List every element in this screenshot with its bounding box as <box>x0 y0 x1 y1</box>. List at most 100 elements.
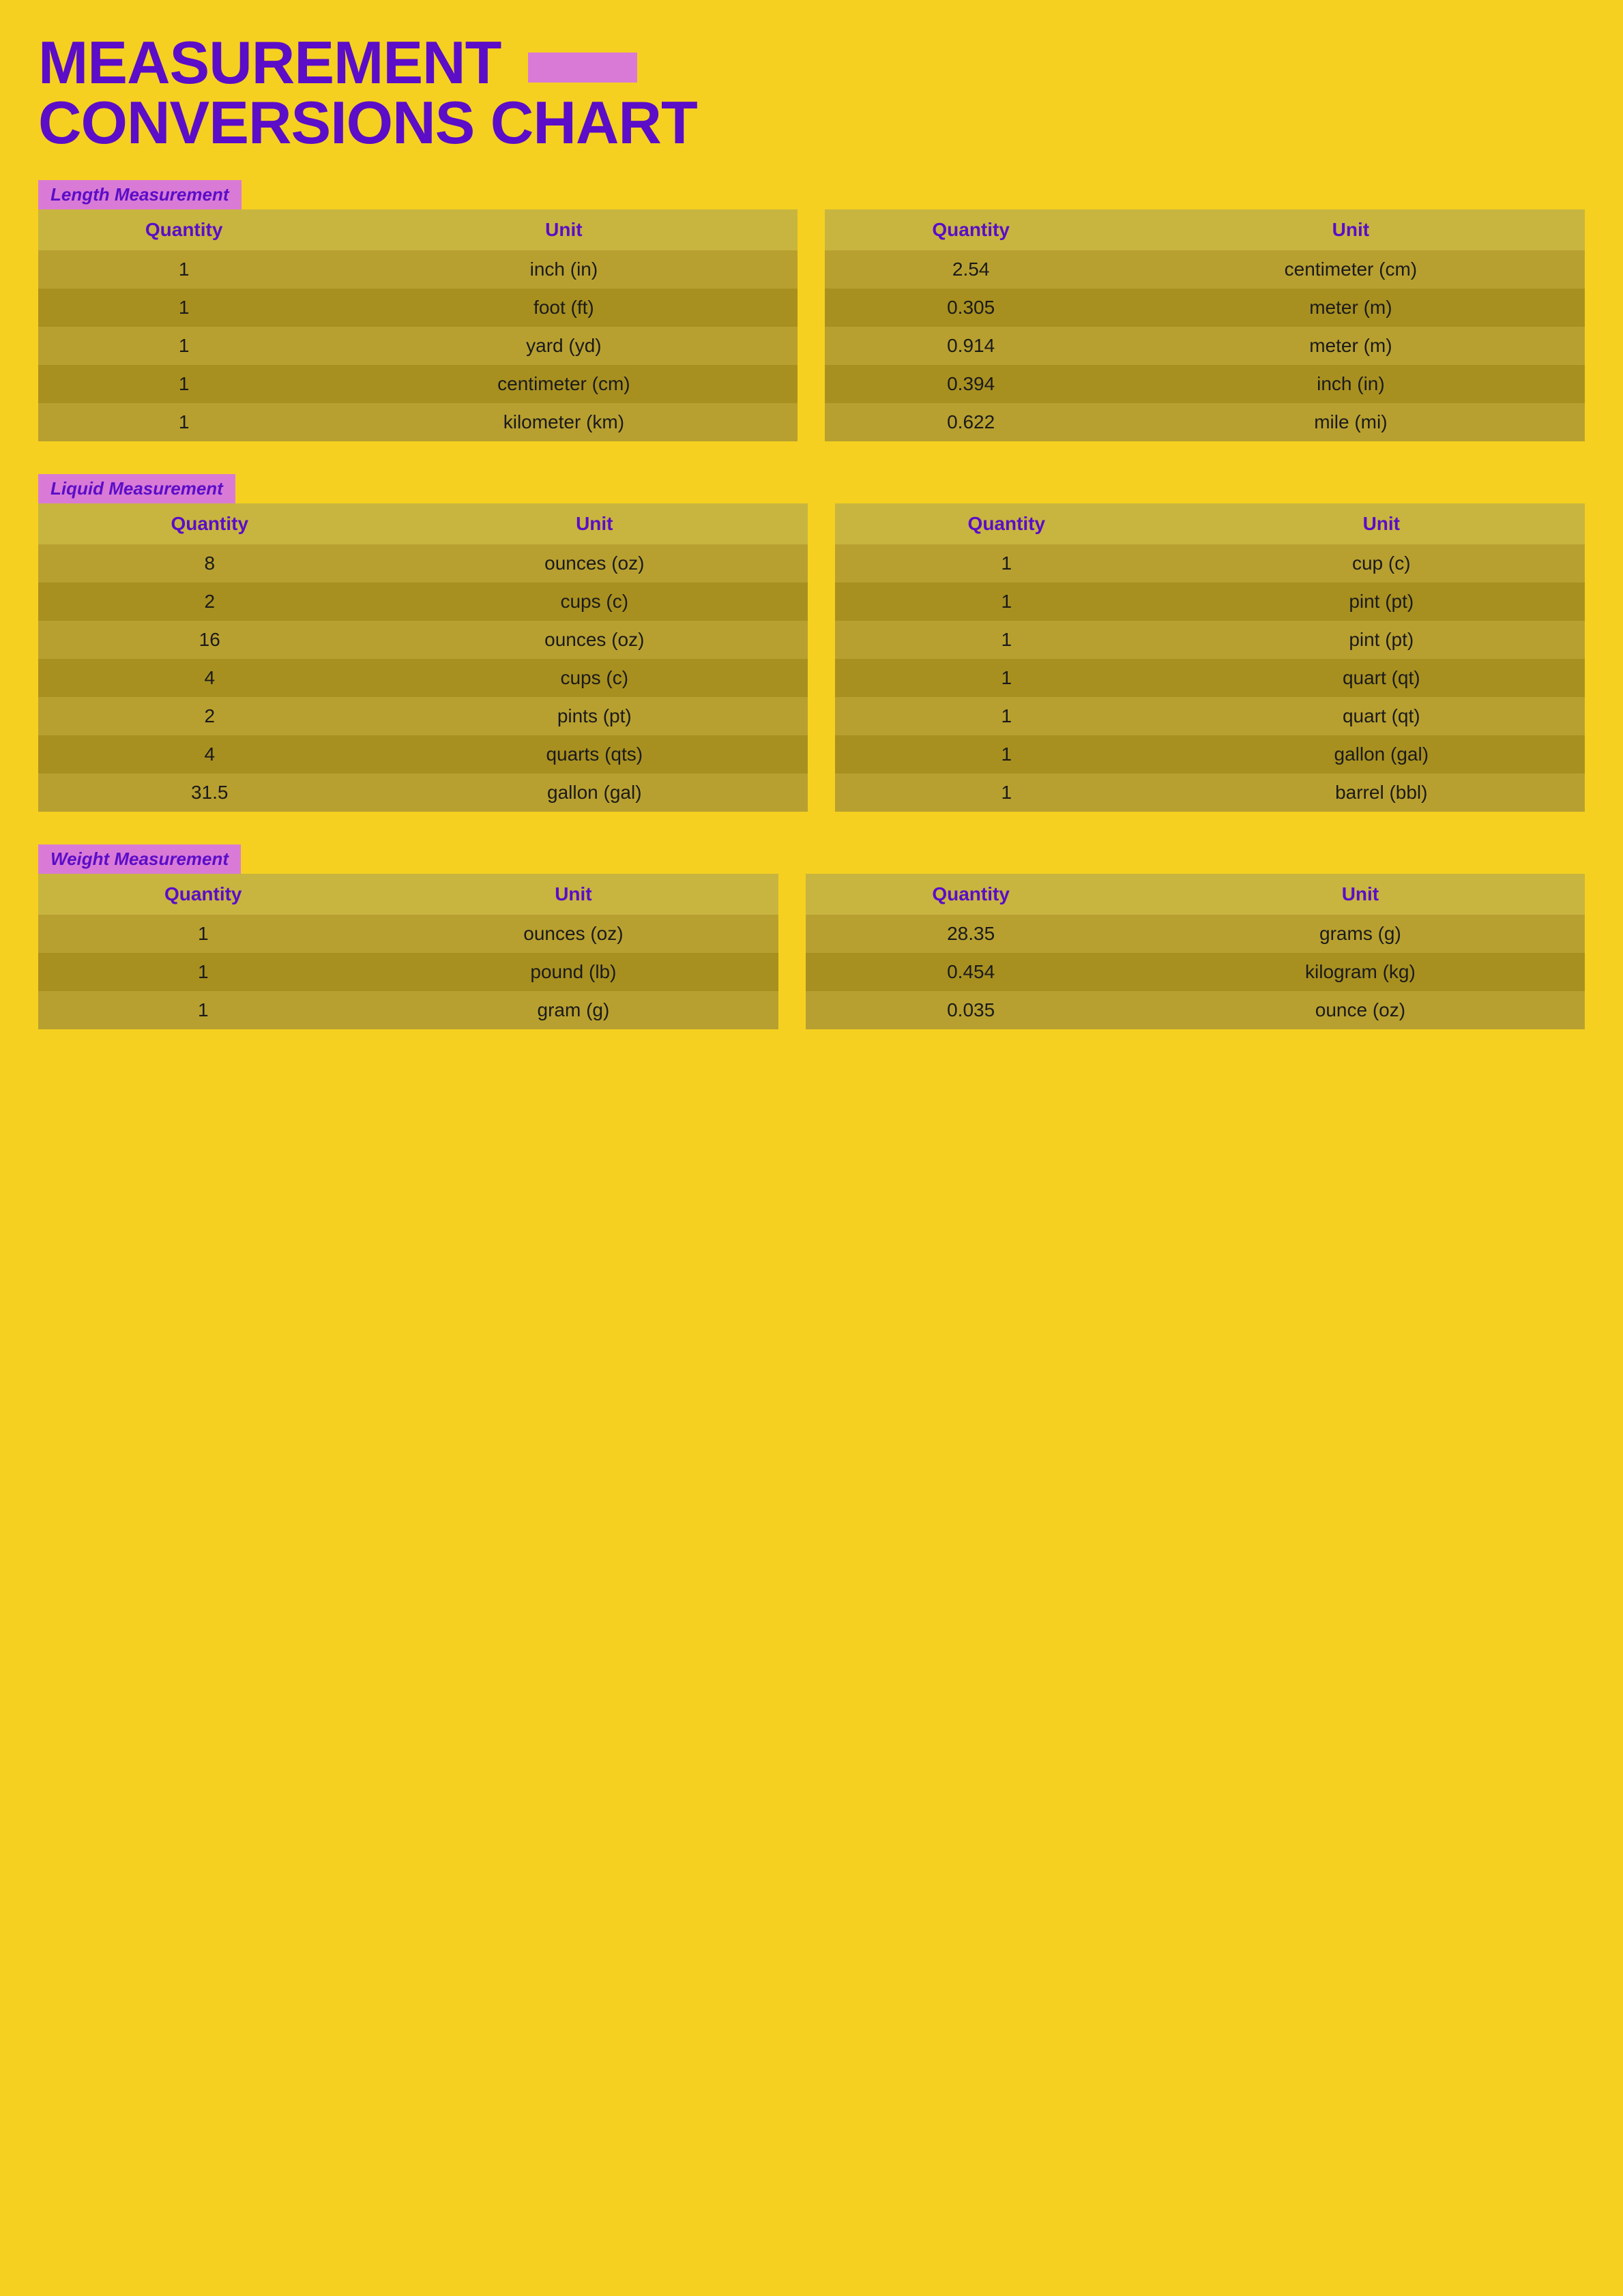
cell-length-4-2: 0.622 <box>825 403 1116 441</box>
cell-liquid-0-2: 1 <box>835 544 1178 583</box>
table-row: 4cups (c) 1quart (qt) <box>38 659 1585 697</box>
col-divider <box>808 503 835 544</box>
section-label-liquid: Liquid Measurement <box>38 474 235 503</box>
cell-weight-1-3: kilogram (kg) <box>1136 953 1585 991</box>
cell-length-2-0: 1 <box>38 327 330 365</box>
col-header-liquid-2: Quantity <box>835 503 1178 544</box>
cell-liquid-2-1: ounces (oz) <box>381 621 808 659</box>
col-divider <box>808 659 835 697</box>
cell-liquid-0-3: cup (c) <box>1178 544 1585 583</box>
col-divider <box>808 774 835 812</box>
col-divider <box>798 365 825 403</box>
cell-liquid-5-0: 4 <box>38 735 381 774</box>
cell-length-3-0: 1 <box>38 365 330 403</box>
section-label-length: Length Measurement <box>38 180 242 209</box>
cell-liquid-5-2: 1 <box>835 735 1178 774</box>
cell-length-1-1: foot (ft) <box>330 289 798 327</box>
cell-length-4-1: kilometer (km) <box>330 403 798 441</box>
col-divider <box>808 621 835 659</box>
cell-liquid-3-1: cups (c) <box>381 659 808 697</box>
cell-weight-2-3: ounce (oz) <box>1136 991 1585 1029</box>
cell-liquid-4-1: pints (pt) <box>381 697 808 735</box>
cell-length-1-3: meter (m) <box>1117 289 1585 327</box>
table-row: 1yard (yd)0.914meter (m) <box>38 327 1585 365</box>
col-divider <box>798 327 825 365</box>
col-divider <box>798 289 825 327</box>
col-divider <box>778 915 806 953</box>
col-divider <box>808 544 835 583</box>
table-length: QuantityUnitQuantityUnit1inch (in)2.54ce… <box>38 209 1585 441</box>
cell-liquid-4-0: 2 <box>38 697 381 735</box>
title-line2: CONVERSIONS CHART <box>38 89 697 156</box>
table-row: 1gram (g)0.035ounce (oz) <box>38 991 1585 1029</box>
cell-liquid-5-3: gallon (gal) <box>1178 735 1585 774</box>
col-header-liquid-0: Quantity <box>38 503 381 544</box>
cell-weight-0-0: 1 <box>38 915 368 953</box>
section-weight: Weight MeasurementQuantityUnitQuantityUn… <box>38 844 1585 1029</box>
cell-liquid-5-1: quarts (qts) <box>381 735 808 774</box>
table-row: 4quarts (qts) 1gallon (gal) <box>38 735 1585 774</box>
table-row: 1foot (ft) 0.305meter (m) <box>38 289 1585 327</box>
cell-length-3-1: centimeter (cm) <box>330 365 798 403</box>
col-header-weight-2: Quantity <box>806 874 1135 915</box>
page-title: MEASUREMENT CONVERSIONS CHART <box>38 33 1585 153</box>
col-divider <box>808 583 835 621</box>
cell-weight-1-0: 1 <box>38 953 368 991</box>
cell-length-4-0: 1 <box>38 403 330 441</box>
col-header-weight-1: Unit <box>368 874 778 915</box>
cell-liquid-3-2: 1 <box>835 659 1178 697</box>
table-row: 1kilometer (km) 0.622mile (mi) <box>38 403 1585 441</box>
col-header-weight-3: Unit <box>1136 874 1585 915</box>
cell-liquid-6-1: gallon (gal) <box>381 774 808 812</box>
cell-length-0-2: 2.54 <box>825 250 1116 289</box>
section-label-weight: Weight Measurement <box>38 844 241 874</box>
cell-liquid-4-3: quart (qt) <box>1178 697 1585 735</box>
col-divider <box>778 874 806 915</box>
table-row: 1pound (lb) 0.454kilogram (kg) <box>38 953 1585 991</box>
table-row: 1ounces (oz)28.35grams (g) <box>38 915 1585 953</box>
table-row: 16ounces (oz)1pint (pt) <box>38 621 1585 659</box>
table-liquid: QuantityUnitQuantityUnit8ounces (oz)1cup… <box>38 503 1585 812</box>
table-row: 2cups (c)1pint (pt) <box>38 583 1585 621</box>
cell-weight-1-1: pound (lb) <box>368 953 778 991</box>
col-header-length-3: Unit <box>1117 209 1585 250</box>
cell-liquid-3-0: 4 <box>38 659 381 697</box>
col-divider <box>798 250 825 289</box>
table-row: 1inch (in) 2.54centimeter (cm) <box>38 250 1585 289</box>
cell-length-0-1: inch (in) <box>330 250 798 289</box>
table-row: 1centimeter (cm)0.394inch (in) <box>38 365 1585 403</box>
cell-length-0-3: centimeter (cm) <box>1117 250 1585 289</box>
cell-liquid-6-2: 1 <box>835 774 1178 812</box>
cell-length-4-3: mile (mi) <box>1117 403 1585 441</box>
col-header-length-0: Quantity <box>38 209 330 250</box>
cell-length-0-0: 1 <box>38 250 330 289</box>
cell-length-1-0: 1 <box>38 289 330 327</box>
table-row: 2pints (pt) 1quart (qt) <box>38 697 1585 735</box>
cell-weight-2-2: 0.035 <box>806 991 1135 1029</box>
table-weight: QuantityUnitQuantityUnit1ounces (oz)28.3… <box>38 874 1585 1029</box>
cell-length-2-3: meter (m) <box>1117 327 1585 365</box>
col-divider <box>778 953 806 991</box>
col-divider <box>798 403 825 441</box>
title-line1: MEASUREMENT <box>38 29 501 96</box>
cell-liquid-2-3: pint (pt) <box>1178 621 1585 659</box>
cell-liquid-3-3: quart (qt) <box>1178 659 1585 697</box>
cell-weight-1-2: 0.454 <box>806 953 1135 991</box>
cell-liquid-1-1: cups (c) <box>381 583 808 621</box>
cell-liquid-1-0: 2 <box>38 583 381 621</box>
col-header-liquid-1: Unit <box>381 503 808 544</box>
col-divider <box>778 991 806 1029</box>
cell-weight-0-2: 28.35 <box>806 915 1135 953</box>
cell-length-2-1: yard (yd) <box>330 327 798 365</box>
cell-liquid-0-1: ounces (oz) <box>381 544 808 583</box>
col-header-weight-0: Quantity <box>38 874 368 915</box>
cell-liquid-4-2: 1 <box>835 697 1178 735</box>
cell-weight-0-3: grams (g) <box>1136 915 1585 953</box>
cell-length-3-3: inch (in) <box>1117 365 1585 403</box>
title-decoration <box>528 53 637 83</box>
table-row: 31.5gallon (gal)1barrel (bbl) <box>38 774 1585 812</box>
cell-length-1-2: 0.305 <box>825 289 1116 327</box>
cell-liquid-6-3: barrel (bbl) <box>1178 774 1585 812</box>
cell-liquid-2-0: 16 <box>38 621 381 659</box>
cell-liquid-1-2: 1 <box>835 583 1178 621</box>
